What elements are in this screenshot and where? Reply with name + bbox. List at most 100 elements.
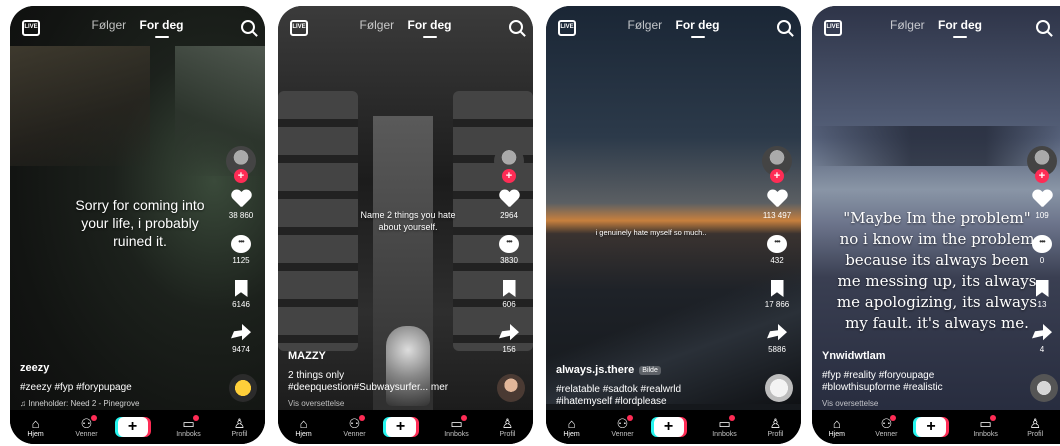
action-rail: + 2964 3830 606 156 <box>491 146 527 355</box>
nav-home[interactable]: ⌂ Hjem <box>552 416 592 438</box>
sound-disc-icon[interactable] <box>765 374 793 402</box>
nav-friends[interactable]: ⚇ Venner <box>67 414 107 438</box>
like-button[interactable]: 38 860 <box>223 190 259 221</box>
tab-for-you[interactable]: For deg <box>938 18 982 38</box>
tab-following[interactable]: Følger <box>627 18 662 32</box>
creator-avatar[interactable]: + <box>494 146 524 183</box>
translate-link[interactable]: Vis oversettelse <box>288 399 468 408</box>
friends-icon: ⚇ <box>616 415 629 431</box>
nav-inbox[interactable]: ▭ Innboks <box>169 414 209 438</box>
nav-inbox[interactable]: ▭ Innboks <box>437 414 477 438</box>
share-button[interactable]: 156 <box>491 324 527 355</box>
video-screen-4[interactable]: LIVE Følger For deg "Maybe Im the proble… <box>812 6 1060 444</box>
save-button[interactable]: 606 <box>491 280 527 310</box>
heart-icon <box>499 190 519 208</box>
share-button[interactable]: 9474 <box>223 324 259 355</box>
profile-icon: ♙ <box>501 415 514 431</box>
follow-plus-icon[interactable]: + <box>1035 169 1049 183</box>
share-icon <box>231 324 251 341</box>
nav-home[interactable]: ⌂ Hjem <box>284 415 324 438</box>
comment-count: 3830 <box>500 256 518 265</box>
creator-avatar[interactable]: + <box>1027 146 1057 183</box>
comment-button[interactable]: 1125 <box>223 235 259 266</box>
comment-button[interactable]: 0 <box>1024 235 1060 266</box>
video-screen-1[interactable]: LIVE Følger For deg Sorry for coming int… <box>10 6 265 444</box>
sound-info[interactable]: ♫ Inneholder: Need 2 - Pinegrove <box>20 399 200 408</box>
sound-disc-icon[interactable] <box>497 374 525 402</box>
video-caption: zeezy #zeezy #fyp #forypupage ♫ Innehold… <box>20 362 200 408</box>
profile-icon: ♙ <box>233 415 246 431</box>
tab-following[interactable]: Følger <box>359 18 394 32</box>
notification-dot <box>728 414 735 421</box>
share-button[interactable]: 4 <box>1024 324 1060 355</box>
tab-for-you[interactable]: For deg <box>676 18 720 38</box>
sound-disc-icon[interactable] <box>1030 374 1058 402</box>
follow-plus-icon[interactable]: + <box>502 169 516 183</box>
nav-inbox[interactable]: ▭ Innboks <box>705 414 745 438</box>
creator-avatar[interactable]: + <box>762 146 792 183</box>
train-shape <box>278 91 358 351</box>
photo-badge: Bilde <box>639 366 661 375</box>
creator-username[interactable]: MAZZY <box>288 350 468 362</box>
inbox-icon: ▭ <box>718 415 731 431</box>
comment-button[interactable]: 3830 <box>491 235 527 266</box>
save-button[interactable]: 6146 <box>223 280 259 310</box>
video-caption: always.js.there Bilde #relatable #sadtok … <box>556 364 736 408</box>
comment-icon <box>499 235 519 253</box>
search-icon[interactable] <box>241 20 255 34</box>
nav-create[interactable]: + <box>385 417 426 437</box>
caption-hashtags[interactable]: #relatable #sadtok #realwrld #ihatemysel… <box>556 384 736 408</box>
like-button[interactable]: 2964 <box>491 190 527 221</box>
save-button[interactable]: 17 866 <box>759 280 795 310</box>
tab-for-you[interactable]: For deg <box>140 18 184 38</box>
bottom-nav: ⌂ Hjem ⚇ Venner + ▭ Innboks ♙ Profil <box>546 410 801 444</box>
like-count: 109 <box>1035 211 1049 220</box>
like-button[interactable]: 113 497 <box>759 190 795 221</box>
search-icon[interactable] <box>509 20 523 34</box>
like-button[interactable]: 109 <box>1024 190 1060 221</box>
caption-hashtags[interactable]: #fyp #reality #foryoupage #blowthisupfor… <box>822 370 1002 394</box>
tab-following[interactable]: Følger <box>91 18 126 32</box>
comment-button[interactable]: 432 <box>759 235 795 266</box>
video-screen-3[interactable]: LIVE Følger For deg i genuinely hate mys… <box>546 6 801 444</box>
create-plus-icon: + <box>385 417 416 437</box>
share-button[interactable]: 5886 <box>759 324 795 355</box>
notification-dot <box>989 414 996 421</box>
nav-profile[interactable]: ♙ Profil <box>756 416 796 438</box>
nav-friends[interactable]: ⚇ Venner <box>335 414 375 438</box>
save-button[interactable]: 13 <box>1024 280 1060 310</box>
home-icon: ⌂ <box>299 415 308 431</box>
caption-hashtags[interactable]: 2 things only #deepquestion#Subwaysurfer… <box>288 370 468 394</box>
tab-for-you[interactable]: For deg <box>408 18 452 38</box>
video-screen-2[interactable]: LIVE Følger For deg Name 2 things you ha… <box>278 6 533 444</box>
caption-hashtags[interactable]: #zeezy #fyp #forypupage <box>20 382 200 394</box>
nav-home[interactable]: ⌂ Hjem <box>16 415 56 438</box>
home-icon: ⌂ <box>31 415 40 431</box>
creator-username[interactable]: zeezy <box>20 362 200 374</box>
nav-home[interactable]: ⌂ Hjem <box>817 416 857 438</box>
creator-avatar[interactable]: + <box>226 146 256 183</box>
notification-dot <box>90 414 97 421</box>
translate-link[interactable]: Vis oversettelse <box>822 399 1002 408</box>
search-icon[interactable] <box>777 20 791 34</box>
nav-create[interactable]: + <box>915 417 956 437</box>
nav-friends[interactable]: ⚇ Venner <box>603 414 643 438</box>
follow-plus-icon[interactable]: + <box>234 169 248 183</box>
nav-friends[interactable]: ⚇ Venner <box>866 414 906 438</box>
tab-following[interactable]: Følger <box>890 18 925 32</box>
follow-plus-icon[interactable]: + <box>770 169 784 183</box>
search-icon[interactable] <box>1036 20 1050 34</box>
like-count: 113 497 <box>762 211 792 220</box>
top-bar: LIVE Følger For deg <box>278 18 533 42</box>
nav-profile[interactable]: ♙ Profil <box>1015 416 1055 438</box>
nav-create[interactable]: + <box>653 417 694 437</box>
notification-dot <box>192 414 199 421</box>
nav-profile[interactable]: ♙ Profil <box>488 415 528 438</box>
nav-create[interactable]: + <box>117 417 158 437</box>
nav-inbox[interactable]: ▭ Innboks <box>966 414 1006 438</box>
creator-username[interactable]: Ynwidwtlam <box>822 350 1002 362</box>
nav-profile[interactable]: ♙ Profil <box>220 415 260 438</box>
heart-icon <box>767 190 787 208</box>
creator-username[interactable]: always.js.there Bilde <box>556 364 736 376</box>
sound-disc-icon[interactable] <box>229 374 257 402</box>
